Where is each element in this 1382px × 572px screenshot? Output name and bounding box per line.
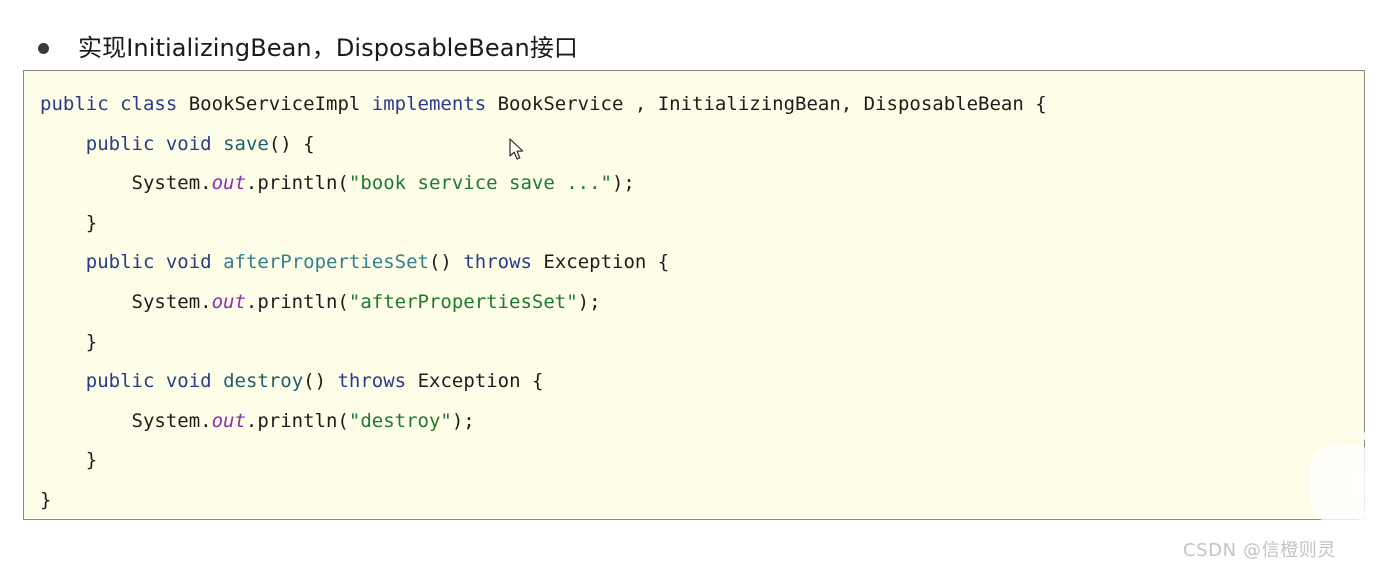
code-token: class	[120, 93, 178, 115]
code-line: }	[40, 481, 1364, 519]
code-line: public class BookServiceImpl implements …	[40, 85, 1364, 125]
code-token: out	[211, 409, 246, 432]
code-token: throws	[337, 370, 407, 393]
code-token: public	[40, 93, 109, 115]
code-token: .println(	[245, 172, 349, 195]
code-token: destroy	[223, 370, 304, 393]
code-line: public void afterPropertiesSet() throws …	[40, 243, 1364, 283]
code-line: public void destroy() throws Exception {	[40, 362, 1364, 402]
code-line: System.out.println("book service save ..…	[40, 164, 1364, 204]
code-line: }	[40, 204, 1364, 244]
code-line: public void save() {	[40, 125, 1364, 165]
code-token: implements	[371, 93, 487, 115]
code-token: void	[165, 251, 212, 274]
code-token: afterPropertiesSet	[223, 251, 429, 274]
code-token: BookServiceImpl	[177, 93, 372, 115]
code-token: throws	[463, 251, 532, 274]
code-token: "afterPropertiesSet"	[348, 290, 578, 313]
code-token: void	[165, 132, 212, 155]
code-token: save	[223, 132, 269, 155]
heading-bullet-line: 实现InitializingBean，DisposableBean接口	[38, 28, 578, 68]
code-token: public	[85, 251, 155, 274]
code-token: BookService , InitializingBean, Disposab…	[486, 93, 1047, 115]
code-line: System.out.println("afterPropertiesSet")…	[40, 283, 1364, 323]
code-token: );	[577, 290, 601, 313]
code-line: }	[40, 441, 1364, 481]
code-token: System.	[40, 172, 212, 195]
code-token: public	[85, 132, 155, 155]
code-token: );	[611, 172, 635, 195]
code-token: }	[40, 211, 98, 234]
code-token: }	[40, 449, 98, 472]
page-title: 实现InitializingBean，DisposableBean接口	[78, 34, 579, 62]
code-token: ()	[303, 370, 338, 393]
code-token: () {	[268, 132, 315, 155]
code-token: .println(	[245, 290, 349, 313]
code-token: System.	[40, 290, 212, 313]
code-token: );	[451, 409, 475, 432]
code-token: }	[40, 330, 98, 353]
code-token: void	[165, 370, 212, 393]
code-token: Exception {	[531, 251, 670, 274]
code-line: System.out.println("destroy");	[40, 402, 1364, 442]
code-content: public class BookServiceImpl implements …	[24, 71, 1364, 519]
code-token: out	[211, 172, 246, 195]
code-token: "book service save ..."	[348, 172, 612, 195]
code-token: Exception {	[406, 370, 544, 393]
code-token: public	[85, 370, 155, 393]
code-token: System.	[40, 409, 212, 432]
code-line: }	[40, 323, 1364, 363]
code-token: out	[211, 290, 246, 313]
bullet-point-icon	[38, 42, 49, 54]
code-block[interactable]: public class BookServiceImpl implements …	[23, 70, 1365, 520]
code-token: .println(	[245, 409, 349, 432]
code-token: "destroy"	[348, 409, 452, 432]
code-token: }	[40, 488, 52, 511]
csdn-watermark: CSDN @信橙则灵	[1182, 540, 1336, 561]
code-token: ()	[428, 251, 464, 274]
